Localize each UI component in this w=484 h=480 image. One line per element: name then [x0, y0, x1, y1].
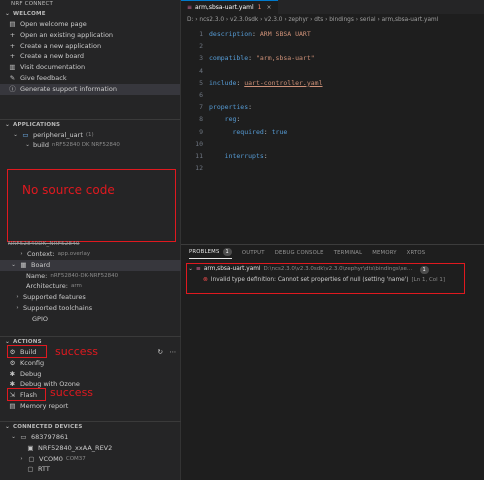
annotation-box-flash: [7, 388, 46, 401]
chevron-down-icon: ⌄: [11, 261, 16, 268]
device-vcom-item[interactable]: › ▢ VCOM0 COM37: [0, 454, 181, 465]
breadcrumb[interactable]: D: › ncs2.3.0 › v2.3.0sdk › v2.3.0 › zep…: [181, 14, 484, 26]
document-icon: ▤: [9, 20, 16, 28]
applications-section-title[interactable]: ⌄ APPLICATIONS: [0, 118, 180, 130]
board-icon: ▦: [20, 260, 27, 269]
code-view[interactable]: 1 description: ARM SBSA UART 2 3 compatibl…: [181, 26, 484, 174]
code-line: 4: [199, 66, 203, 75]
welcome-list: ▤ Open welcome page + Open an existing app…: [0, 19, 180, 95]
welcome-item-support-info[interactable]: ⓘ Generate support information: [0, 83, 180, 95]
code-line: 2: [199, 42, 203, 51]
chevron-down-icon: ⌄: [25, 142, 30, 149]
terminal-icon: ▢: [27, 465, 34, 474]
tab-xrtos[interactable]: XRTOS: [407, 250, 426, 256]
code-line: 5 include: uart-controller.yaml: [181, 77, 484, 89]
info-icon: ⓘ: [9, 84, 16, 93]
build-config-item[interactable]: ⌄ build nRF52840 DK NRF52840: [0, 140, 180, 151]
chevron-right-icon: ›: [20, 251, 23, 257]
book-icon: ▥: [9, 63, 16, 72]
terminal-icon: ▢: [28, 454, 35, 463]
bug-icon: ✱: [9, 369, 16, 378]
editor-tab-bar: ≡ arm,sbsa-uart.yaml 1 ×: [181, 0, 484, 14]
tab-problems[interactable]: PROBLEMS 1: [189, 247, 232, 259]
device-rtt-item[interactable]: ▢ RTT: [0, 464, 181, 475]
plus-icon: +: [9, 30, 16, 39]
board-item[interactable]: ⌄ ▦ Board: [0, 259, 181, 271]
code-line: 11 interrupts:: [195, 151, 268, 160]
application-item[interactable]: ⌄ ▭ peripheral_uart (1): [0, 130, 180, 141]
chevron-right-icon: ›: [16, 294, 19, 301]
annotation-build-success: success: [55, 345, 99, 358]
gear-icon: ⚙: [9, 358, 16, 367]
application-icon: ▭: [22, 130, 29, 139]
device-icon: ▭: [20, 433, 27, 441]
board-arch-row: Architecture: arm: [26, 282, 82, 291]
feedback-icon: ✎: [9, 73, 16, 82]
chevron-right-icon: ›: [16, 304, 19, 311]
nrf-connect-sidebar: NRF CONNECT ⌄ WELCOME ▤ Open welcome page …: [0, 0, 181, 480]
memory-icon: ▤: [9, 401, 16, 410]
chevron-down-icon: ⌄: [5, 121, 10, 128]
plus-icon: +: [9, 41, 16, 50]
action-kconfig[interactable]: ⚙ Kconfig: [0, 358, 181, 369]
gpio-item[interactable]: GPIO: [0, 314, 181, 325]
editor-area: ≡ arm,sbsa-uart.yaml 1 × D: › ncs2.3.0 ›…: [181, 0, 484, 244]
tab-output[interactable]: OUTPUT: [242, 250, 265, 256]
bottom-panel: PROBLEMS 1 OUTPUT DEBUG CONSOLE TERMINAL …: [181, 244, 484, 480]
welcome-item-documentation[interactable]: ▥ Visit documentation: [0, 62, 180, 73]
editor-tab-yaml[interactable]: ≡ arm,sbsa-uart.yaml 1 ×: [181, 0, 278, 14]
welcome-item-open-existing[interactable]: + Open an existing application: [0, 30, 180, 41]
action-debug[interactable]: ✱ Debug: [0, 369, 181, 380]
context-item[interactable]: › Context: app.overlay: [0, 249, 181, 260]
annotation-box-no-source: [7, 169, 176, 242]
code-line: 12: [195, 164, 203, 173]
action-memory-report[interactable]: ▤ Memory report: [0, 401, 181, 412]
more-icon[interactable]: ⋯: [170, 347, 177, 358]
annotation-box-build: [7, 345, 47, 358]
device-core-item[interactable]: ▣ NRF52840_xxAA_REV2: [0, 443, 181, 454]
code-line: 3 compatible: "arm,sbsa-uart": [199, 54, 315, 63]
annotation-flash-success: success: [50, 386, 94, 399]
sidebar-header: NRF CONNECT: [11, 1, 54, 7]
welcome-item-feedback[interactable]: ✎ Give feedback: [0, 73, 180, 84]
chevron-down-icon: ⌄: [11, 434, 16, 440]
device-item[interactable]: ⌄ ▭ 683797861: [0, 432, 181, 443]
code-line: 7 properties:: [199, 103, 253, 112]
code-line: 1 description: ARM SBSA UART: [199, 30, 311, 38]
supported-features-item[interactable]: › Supported features: [0, 292, 181, 303]
annotation-no-source-code: No source code: [22, 183, 115, 197]
board-name-row: Name: nRF52840-DK-NRF52840: [26, 271, 119, 280]
welcome-item-create-board[interactable]: + Create a new board: [0, 51, 180, 62]
supported-toolchains-item[interactable]: › Supported toolchains: [0, 303, 181, 314]
chip-icon: ▣: [27, 443, 34, 452]
panel-tabs: PROBLEMS 1 OUTPUT DEBUG CONSOLE TERMINAL …: [181, 245, 484, 261]
chevron-down-icon: ⌄: [13, 131, 18, 138]
close-icon[interactable]: ×: [267, 1, 272, 15]
chevron-right-icon: ›: [20, 455, 23, 462]
tab-memory[interactable]: MEMORY: [372, 250, 396, 256]
welcome-item-open-welcome[interactable]: ▤ Open welcome page: [0, 19, 180, 30]
code-line: 6: [199, 90, 203, 99]
welcome-item-create-app[interactable]: + Create a new application: [0, 41, 180, 52]
tab-terminal[interactable]: TERMINAL: [334, 250, 363, 256]
code-line: 9 required: true: [199, 127, 288, 136]
annotation-box-error: [186, 263, 465, 294]
code-line: 10: [195, 139, 203, 148]
code-line: 8 reg:: [199, 115, 241, 124]
refresh-icon[interactable]: ↻: [158, 347, 163, 358]
welcome-section-title[interactable]: ⌄ WELCOME: [0, 9, 180, 19]
yaml-file-icon: ≡: [187, 3, 193, 11]
tab-debug-console[interactable]: DEBUG CONSOLE: [275, 250, 324, 256]
board-context-header: NRF52840DK_NRF52840: [8, 241, 80, 247]
include-link[interactable]: uart-controller.yaml: [244, 77, 322, 89]
devices-section-title[interactable]: ⌄ CONNECTED DEVICES: [0, 421, 181, 432]
chevron-down-icon: ⌄: [5, 11, 10, 17]
plus-icon: +: [9, 52, 16, 61]
